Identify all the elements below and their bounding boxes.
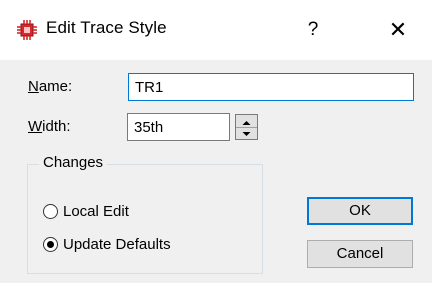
chip-icon (16, 20, 38, 40)
title-bar: Edit Trace Style ? ✕ (0, 0, 432, 60)
name-input[interactable] (128, 73, 414, 101)
ok-button[interactable]: OK (307, 197, 413, 225)
changes-group-title: Changes (39, 154, 108, 171)
help-button[interactable]: ? (296, 13, 330, 47)
spin-down-button[interactable] (236, 127, 257, 139)
radio-button[interactable] (43, 204, 58, 219)
cancel-button[interactable]: Cancel (307, 240, 413, 268)
local-edit-label: Local Edit (63, 203, 129, 220)
radio-dot-icon (47, 241, 54, 248)
update-defaults-option[interactable]: Update Defaults (43, 236, 171, 253)
update-defaults-label: Update Defaults (63, 236, 171, 253)
width-label: Width: (28, 118, 71, 135)
dialog-title: Edit Trace Style (46, 18, 167, 37)
local-edit-option[interactable]: Local Edit (43, 203, 129, 220)
close-button[interactable]: ✕ (378, 13, 418, 47)
name-label: Name: (28, 78, 73, 95)
width-input[interactable] (127, 113, 230, 141)
triangle-down-icon (242, 132, 251, 136)
width-spinner[interactable] (235, 114, 258, 140)
radio-button-selected[interactable] (43, 237, 58, 252)
